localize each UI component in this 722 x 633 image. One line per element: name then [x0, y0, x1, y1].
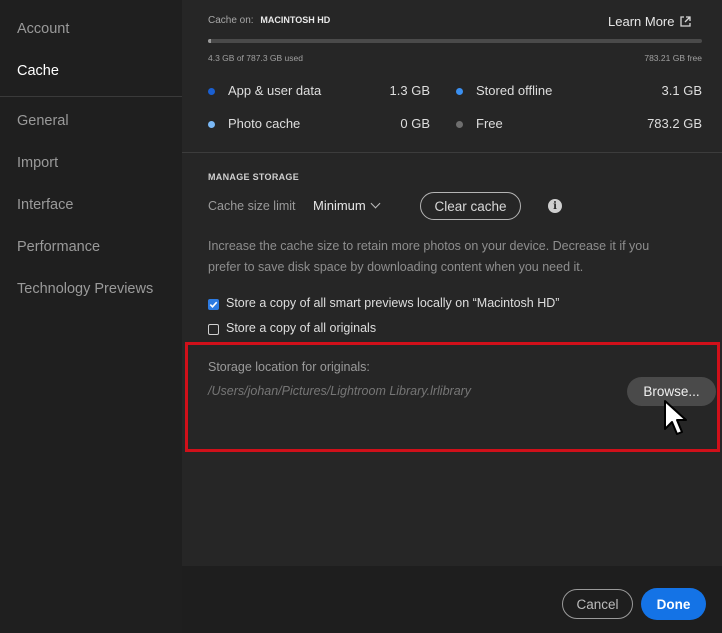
sidebar-divider — [0, 96, 182, 97]
cache-size-limit-label: Cache size limit — [208, 199, 296, 213]
stored-offline-value: 3.1 GB — [661, 83, 702, 98]
app-user-data-label: App & user data — [228, 83, 322, 98]
checkmark-icon — [209, 301, 218, 308]
storage-location-path: /Users/johan/Pictures/Lightroom Library.… — [208, 384, 472, 398]
stored-offline-label: Stored offline — [476, 83, 553, 98]
photo-cache-value: 0 GB — [400, 116, 430, 131]
store-previews-label[interactable]: Store a copy of all smart previews local… — [226, 296, 559, 310]
store-originals-label[interactable]: Store a copy of all originals — [226, 321, 376, 335]
storage-location-label: Storage location for originals: — [208, 360, 370, 374]
store-previews-checkbox[interactable] — [208, 299, 219, 310]
photo-cache-label: Photo cache — [228, 116, 301, 131]
store-originals-checkbox[interactable] — [208, 324, 219, 335]
free-text: 783.21 GB free — [644, 53, 702, 63]
sidebar-item-account[interactable]: Account — [17, 21, 69, 37]
sidebar-item-general[interactable]: General — [17, 113, 69, 129]
app-user-data-value: 1.3 GB — [389, 83, 430, 98]
sidebar-item-technology-previews[interactable]: Technology Previews — [17, 281, 153, 297]
cache-help-text: Increase the cache size to retain more p… — [208, 239, 650, 274]
free-value: 783.2 GB — [647, 116, 702, 131]
sidebar-item-import[interactable]: Import — [17, 155, 58, 171]
storage-usage-fill — [208, 39, 211, 43]
used-text: 4.3 GB of 787.3 GB used — [208, 53, 303, 63]
section-divider — [182, 152, 722, 153]
free-dot — [456, 121, 463, 128]
drive-name: MACINTOSH HD — [260, 15, 331, 25]
free-label: Free — [476, 116, 503, 131]
cache-size-limit-value: Minimum — [313, 198, 366, 213]
cancel-button[interactable]: Cancel — [562, 589, 633, 619]
app-user-data-dot — [208, 88, 215, 95]
sidebar-item-cache[interactable]: Cache — [17, 63, 59, 79]
info-icon[interactable]: i — [548, 199, 562, 213]
sidebar-item-performance[interactable]: Performance — [17, 239, 100, 255]
clear-cache-button[interactable]: Clear cache — [420, 192, 521, 220]
cache-on-label: Cache on: MACINTOSH HD — [208, 15, 331, 26]
photo-cache-dot — [208, 121, 215, 128]
storage-usage-bar — [208, 39, 702, 43]
done-button[interactable]: Done — [641, 588, 706, 620]
mouse-pointer-icon — [664, 400, 687, 435]
stored-offline-dot — [456, 88, 463, 95]
sidebar-item-interface[interactable]: Interface — [17, 197, 73, 213]
preferences-sidebar — [0, 0, 182, 633]
learn-more-link[interactable]: Learn More — [608, 14, 692, 29]
external-link-icon — [680, 16, 692, 27]
chevron-down-icon — [370, 198, 381, 209]
manage-storage-title: MANAGE STORAGE — [208, 172, 300, 182]
cache-size-limit-dropdown[interactable]: Minimum — [313, 198, 381, 213]
